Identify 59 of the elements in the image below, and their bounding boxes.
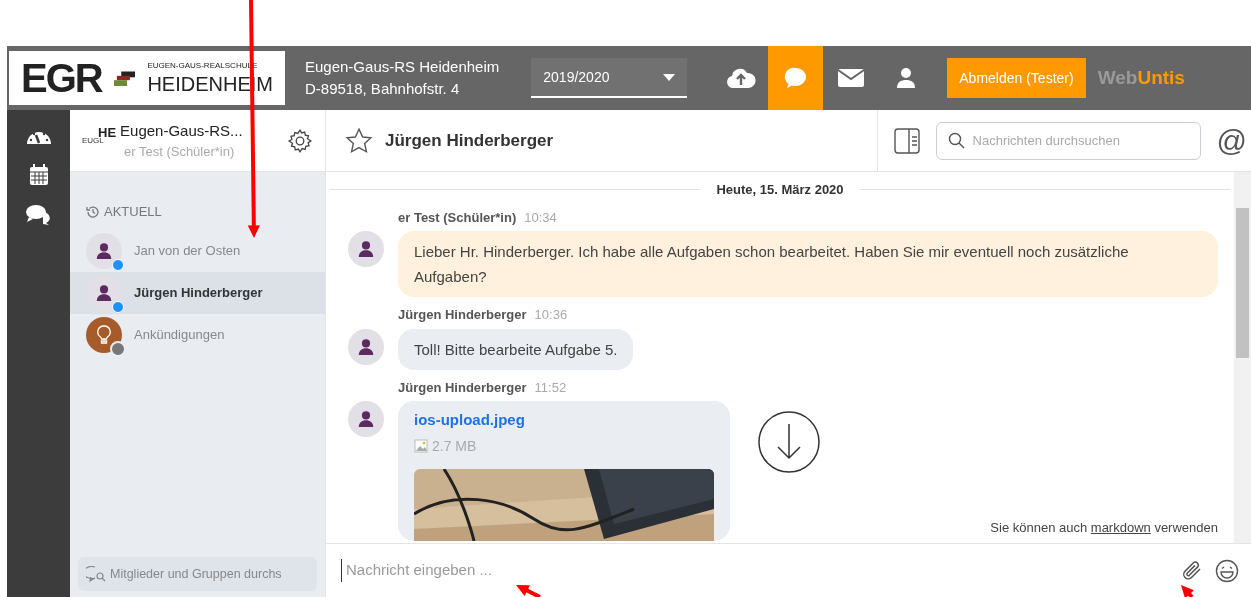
lightbulb-icon <box>96 324 112 345</box>
message-time: 11:52 <box>534 378 567 397</box>
file-size: 2.7 MB <box>432 436 477 456</box>
emoji-icon[interactable] <box>1215 558 1239 583</box>
caret-icon <box>663 73 676 81</box>
school-address: D-89518, Bahnhofstr. 4 <box>305 79 461 99</box>
chat-bubbles-icon[interactable] <box>24 204 53 226</box>
search-chat-icon <box>86 566 106 582</box>
scrollbar[interactable] <box>1234 172 1251 543</box>
markdown-hint: Sie können auch markdown verwenden <box>990 519 1218 535</box>
envelope-icon <box>836 68 865 88</box>
message-author: Jürgen Hinderberger <box>398 378 527 397</box>
message-input[interactable]: Nachricht eingeben ... <box>341 559 1169 582</box>
settings-icon[interactable] <box>287 127 313 154</box>
chat-bubble-icon <box>783 66 808 90</box>
person-icon <box>357 337 375 356</box>
person-icon <box>95 241 113 260</box>
annotation-arrow <box>516 585 541 597</box>
calendar-icon[interactable] <box>28 164 49 186</box>
message-time: 10:34 <box>524 208 557 227</box>
person-icon <box>95 283 113 302</box>
conversation-name: Ankündigungen <box>134 325 225 344</box>
file-link[interactable]: ios-upload.jpeg <box>414 409 714 432</box>
mention-button[interactable]: @ <box>1216 125 1247 156</box>
message-bubble: Toll! Bitte bearbeite Aufgabe 5. <box>398 328 634 370</box>
cloud-upload-icon <box>725 67 756 89</box>
search-icon <box>947 131 965 149</box>
chat-title: Jürgen Hinderberger <box>385 129 554 152</box>
conversation-name: Jürgen Hinderberger <box>134 283 263 302</box>
date-divider: Heute, 15. März 2020 <box>715 181 845 199</box>
message-author: Jürgen Hinderberger <box>398 306 527 324</box>
annotation-arrow <box>1181 585 1194 597</box>
school-address: Eugen-Gaus-RS Heidenheim <box>305 57 500 77</box>
account-name: Eugen-Gaus-RS... <box>120 120 243 141</box>
person-icon <box>357 240 375 258</box>
history-icon <box>86 204 100 219</box>
logo-letters: EGR <box>21 55 102 100</box>
message-time: 10:36 <box>534 306 568 324</box>
message-bubble: Lieber Hr. Hinderberger. Ich habe alle Aufgaben schon bearbeitet. Haben Sie mir eventuell noch zusätzliche Aufgaben? <box>398 231 1218 297</box>
conversation-item[interactable]: Jürgen Hinderberger <box>70 271 325 314</box>
section-heading: AKTUELL <box>104 203 162 221</box>
paperclip-icon[interactable] <box>1181 559 1203 582</box>
message-author: er Test (Schüler*in) <box>398 208 517 227</box>
conversation-item[interactable]: Ankündigungen <box>70 313 325 356</box>
year-dropdown[interactable]: 2019/2020 <box>531 58 688 98</box>
account-role: er Test (Schüler*in) <box>124 143 236 161</box>
message-search-field[interactable]: Nachrichten durchsuchen <box>935 121 1201 160</box>
star-icon[interactable] <box>345 127 373 154</box>
user-icon <box>895 67 916 89</box>
conversation-item[interactable]: Jan von der Osten <box>70 229 325 272</box>
person-icon <box>357 410 375 428</box>
panel-toggle-icon[interactable] <box>893 127 920 154</box>
conversation-name: Jan von der Osten <box>134 241 241 260</box>
download-icon[interactable] <box>758 411 820 473</box>
brand-untis: Untis <box>1137 66 1185 88</box>
account-logo-small: EUGL <box>82 136 104 145</box>
image-file-icon <box>414 439 428 453</box>
member-search-field[interactable]: Mitglieder und Gruppen durchs <box>78 557 317 591</box>
markdown-link[interactable]: markdown <box>1090 519 1151 535</box>
